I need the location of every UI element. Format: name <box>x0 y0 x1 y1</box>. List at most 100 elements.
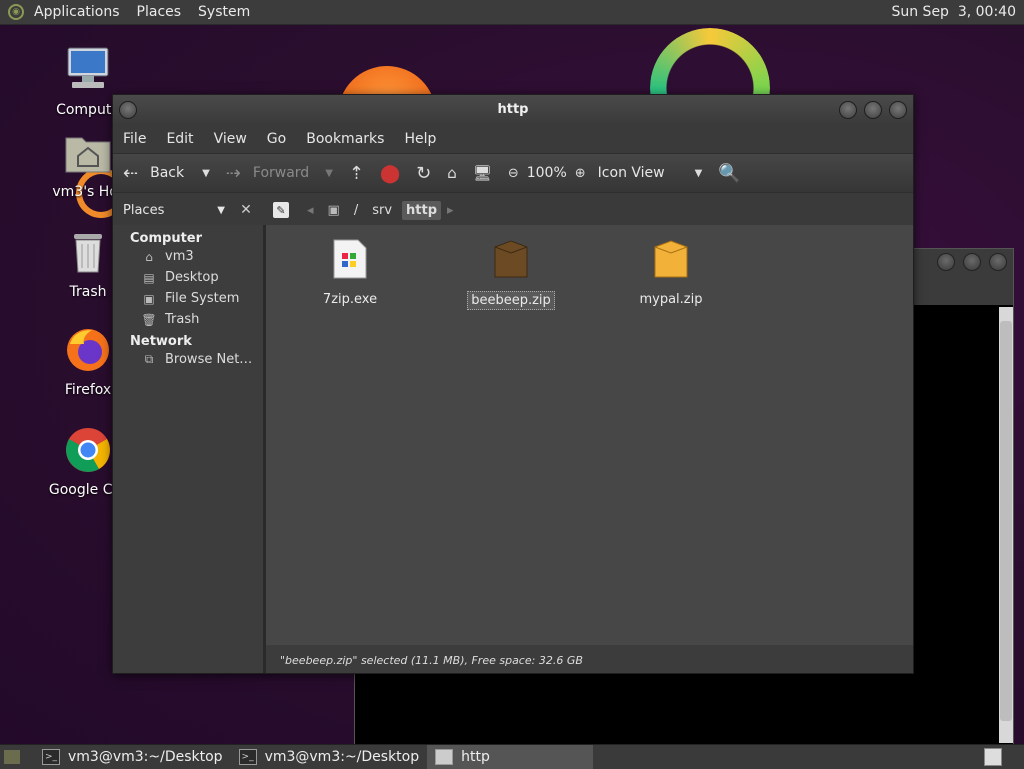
workspace-switcher-icon[interactable] <box>984 748 1002 766</box>
minimize-icon[interactable] <box>839 101 857 119</box>
back-button[interactable]: ⇠ Back ▼ <box>123 163 210 184</box>
breadcrumb-root[interactable]: / <box>350 201 362 220</box>
sidebar-header-network: Network <box>130 334 192 349</box>
taskbar-item-http[interactable]: http <box>427 745 594 769</box>
computer-button[interactable]: 🖥 <box>473 164 492 182</box>
back-label: Back <box>150 165 185 181</box>
exe-file-icon <box>333 239 367 279</box>
trash-icon <box>74 234 102 273</box>
minimize-icon[interactable] <box>937 253 955 271</box>
file-manager-window[interactable]: http File Edit View Go Bookmarks Help ⇠ … <box>112 94 914 674</box>
breadcrumb: ✎ ◂ ▣ / srv http ▸ <box>273 200 454 220</box>
file-item-mypal[interactable]: mypal.zip <box>621 239 721 308</box>
sidebar-item-label: Trash <box>165 312 200 327</box>
taskbar-item-label: vm3@vm3:~/Desktop <box>68 749 223 765</box>
drive-icon: ▣ <box>327 202 340 218</box>
sidebar-item-desktop[interactable]: ▤ Desktop <box>113 267 263 288</box>
places-sidebar: Computer ⌂ vm3 ▤ Desktop ▣ File System 🗑… <box>113 225 266 673</box>
drive-icon: ▣ <box>143 291 155 306</box>
menu-bookmarks[interactable]: Bookmarks <box>306 131 384 147</box>
up-arrow-icon: ⇡ <box>348 162 364 184</box>
reload-button[interactable]: ↻ <box>416 163 431 184</box>
menu-view[interactable]: View <box>214 131 247 147</box>
terminal-icon: >_ <box>238 749 257 765</box>
window-menu-icon[interactable] <box>119 101 137 119</box>
sidebar-type-value: Places <box>123 202 165 218</box>
file-name: 7zip.exe <box>322 292 378 307</box>
menu-file[interactable]: File <box>123 131 146 147</box>
taskbar: >_ vm3@vm3:~/Desktop >_ vm3@vm3:~/Deskto… <box>0 744 1024 769</box>
zoom-in-button[interactable]: ⊕ <box>575 166 586 181</box>
sidebar-item-browse-network[interactable]: ⧉ Browse Net… <box>113 349 263 370</box>
sidebar-type-select[interactable]: Places ▼ <box>117 199 231 221</box>
search-button[interactable]: 🔍 <box>718 163 740 184</box>
forward-button[interactable]: ⇢ Forward ▼ <box>226 163 333 184</box>
folder-icon <box>435 749 454 765</box>
terminal-icon: >_ <box>42 749 60 765</box>
up-button[interactable]: ⇡ <box>349 163 364 184</box>
terminal-scroll-thumb[interactable] <box>1000 321 1012 721</box>
forward-arrow-icon: ⇢ <box>225 162 241 184</box>
home-icon: ⌂ <box>145 249 153 264</box>
close-icon[interactable] <box>889 101 907 119</box>
sidebar-item-label: Desktop <box>165 270 219 285</box>
zip-archive-icon <box>654 240 688 278</box>
computer-icon <box>67 47 109 88</box>
stop-icon: ⬤ <box>380 162 401 184</box>
file-name: beebeep.zip <box>467 291 555 310</box>
system-menu[interactable]: System <box>198 4 250 20</box>
search-icon: 🔍 <box>718 162 741 184</box>
stop-button[interactable]: ⬤ <box>380 163 400 184</box>
breadcrumb-right-icon[interactable]: ▸ <box>447 203 454 218</box>
zoom-out-button[interactable]: ⊖ <box>508 166 519 181</box>
taskbar-item-label: http <box>461 749 490 765</box>
home-icon: ⌂ <box>447 164 457 182</box>
menu-help[interactable]: Help <box>404 131 436 147</box>
maximize-icon[interactable] <box>963 253 981 271</box>
close-sidebar-icon[interactable]: ✕ <box>237 202 255 218</box>
places-menu[interactable]: Places <box>137 4 182 20</box>
show-desktop-icon[interactable] <box>4 750 20 764</box>
breadcrumb-left-icon[interactable]: ◂ <box>307 203 314 218</box>
view-mode-select[interactable]: Icon View ▼ <box>598 165 703 181</box>
window-titlebar[interactable]: http <box>113 95 913 125</box>
network-icon: ⧉ <box>144 352 154 366</box>
reload-icon: ↻ <box>416 162 432 184</box>
file-item-7zip[interactable]: 7zip.exe <box>300 239 400 308</box>
taskbar-item-terminal-2[interactable]: >_ vm3@vm3:~/Desktop <box>231 745 428 769</box>
zip-archive-icon <box>494 240 528 278</box>
panel-clock[interactable]: Sun Sep 3, 00:40 <box>891 4 1016 20</box>
chrome-icon <box>66 428 110 472</box>
close-icon[interactable] <box>989 253 1007 271</box>
view-mode-value: Icon View <box>597 165 665 181</box>
sidebar-item-vm3[interactable]: ⌂ vm3 <box>113 246 263 267</box>
top-panel: ◉ Applications Places System Sun Sep 3, … <box>0 0 1024 25</box>
menu-edit[interactable]: Edit <box>166 131 193 147</box>
breadcrumb-http[interactable]: http <box>402 200 442 220</box>
home-button[interactable]: ⌂ <box>447 164 457 182</box>
taskbar-item-terminal-1[interactable]: >_ vm3@vm3:~/Desktop <box>34 745 231 769</box>
distro-logo-icon[interactable]: ◉ <box>8 4 24 20</box>
trash-icon: 🗑 <box>141 312 157 327</box>
breadcrumb-srv[interactable]: srv <box>368 201 396 220</box>
computer-icon: 🖥 <box>472 164 492 182</box>
maximize-icon[interactable] <box>864 101 882 119</box>
file-name: mypal.zip <box>639 292 703 307</box>
taskbar-item-label: vm3@vm3:~/Desktop <box>264 749 420 765</box>
file-view[interactable]: 7zip.exe beebeep.zip mypal.zip <box>266 225 913 645</box>
status-bar: "beebeep.zip" selected (11.1 MB), Free s… <box>266 649 913 673</box>
menu-go[interactable]: Go <box>267 131 286 147</box>
sidebar-item-trash[interactable]: 🗑 Trash <box>113 309 263 330</box>
home-folder-icon <box>65 137 111 173</box>
back-history-dropdown[interactable]: ▼ <box>202 168 210 179</box>
edit-location-icon[interactable]: ✎ <box>273 202 289 218</box>
firefox-icon <box>67 329 109 371</box>
location-bar: Places ▼ ✕ ✎ ◂ ▣ / srv http ▸ <box>113 193 913 227</box>
file-item-beebeep[interactable]: beebeep.zip <box>461 239 561 310</box>
zoom-in-icon: ⊕ <box>574 165 586 181</box>
forward-history-dropdown[interactable]: ▼ <box>325 168 333 179</box>
applications-menu[interactable]: Applications <box>34 4 120 20</box>
sidebar-item-filesystem[interactable]: ▣ File System <box>113 288 263 309</box>
back-arrow-icon: ⇠ <box>123 162 139 184</box>
window-title: http <box>497 102 529 117</box>
